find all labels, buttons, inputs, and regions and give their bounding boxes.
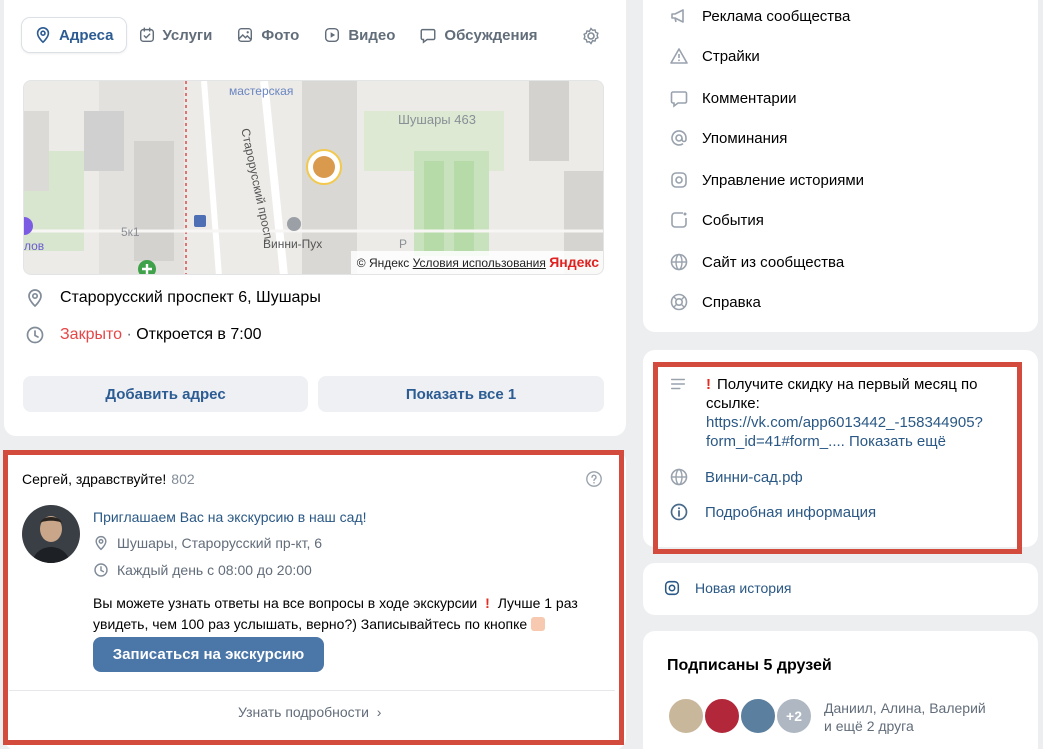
friends-avatars[interactable]: +2 [667, 697, 817, 735]
menu-item-stories[interactable]: Управление историями [669, 170, 864, 190]
friends-names-line2: и ещё 2 друга [824, 718, 914, 734]
tab-label: Адреса [59, 26, 114, 44]
menu-label: Страйки [702, 47, 760, 65]
tab-label: Обсуждения [444, 26, 538, 44]
tabs-bar: Адреса Услуги Фото Видео Обсуждения [22, 18, 541, 52]
show-all-button[interactable]: Показать все 1 [318, 376, 604, 412]
map-terms-link[interactable]: Условия использования [413, 256, 546, 270]
friend-avatar-1 [667, 697, 705, 735]
map-label-workshop: мастерская [229, 84, 294, 98]
hours-row: Закрыто · Откроется в 7:00 [25, 325, 262, 345]
photo-icon [238, 27, 253, 43]
new-story-button[interactable]: Новая история [663, 579, 791, 597]
menu-label: События [702, 211, 764, 229]
clock-icon [26, 326, 44, 344]
map[interactable]: мастерская Старорусский просп. Шушары 46… [23, 80, 604, 275]
map-label-parking: P [399, 237, 408, 251]
menu-label: Управление историями [702, 171, 865, 189]
menu-item-strikes[interactable]: Страйки [669, 46, 760, 66]
menu-item-comments[interactable]: Комментарии [669, 88, 796, 108]
menu-label: Комментарии [702, 89, 797, 107]
menu-label: Упоминания [702, 129, 788, 147]
lifebuoy-icon [670, 293, 688, 311]
address-text: Старорусский проспект 6, Шушары [60, 289, 321, 306]
gear-icon[interactable] [581, 26, 601, 46]
menu-item-site[interactable]: Сайт из сообщества [669, 252, 844, 272]
tab-video[interactable]: Видео [311, 18, 407, 52]
globe-icon [670, 253, 688, 271]
highlight-frame-widget [3, 450, 624, 745]
friend-more-count: +2 [786, 708, 802, 724]
stories-icon [664, 580, 680, 596]
address-row: Старорусский проспект 6, Шушары [25, 288, 321, 308]
tab-label: Видео [348, 26, 396, 44]
tab-services[interactable]: Услуги [126, 18, 225, 52]
friend-more-badge: +2 [775, 697, 813, 735]
tab-discussions[interactable]: Обсуждения [407, 18, 541, 52]
status-open-time: Откроется в 7:00 [136, 326, 262, 343]
hours-text: Закрыто · Откроется в 7:00 [60, 326, 262, 344]
comment-icon [670, 91, 688, 108]
tab-addresses[interactable]: Адреса [22, 18, 126, 52]
map-label-place: Винни-Пух [263, 237, 323, 251]
warning-triangle-icon [670, 48, 688, 64]
friends-title: Подписаны 5 друзей [667, 657, 832, 674]
yandex-logo: Яндекс [549, 254, 599, 270]
video-play-icon [325, 27, 340, 43]
map-label-left-fragment: лов [24, 239, 45, 253]
map-label-district: Шушары 463 [398, 112, 476, 127]
megaphone-icon [671, 9, 684, 23]
menu-label: Сайт из сообщества [702, 253, 845, 271]
menu-item-help[interactable]: Справка [669, 292, 761, 312]
calendar-check-icon [139, 27, 154, 43]
map-copyright: © Яндекс [356, 256, 410, 270]
menu-label: Справка [702, 293, 761, 311]
at-sign-icon [671, 130, 687, 146]
map-attribution: © Яндекс Условия использования Яндекс [350, 251, 603, 274]
menu-label: Реклама сообщества [702, 7, 851, 25]
add-address-button[interactable]: Добавить адрес [23, 376, 308, 412]
highlight-frame-info [653, 362, 1022, 554]
chat-bubble-icon [420, 28, 436, 44]
tab-label: Фото [261, 26, 300, 44]
stories-icon [671, 172, 687, 188]
location-pin-icon [28, 289, 42, 308]
menu-item-events[interactable]: События [669, 210, 764, 230]
tab-photos[interactable]: Фото [224, 18, 311, 52]
tab-label: Услуги [162, 26, 213, 44]
friends-names-line1: Даниил, Алина, Валерий [824, 700, 986, 716]
friend-avatar-3 [739, 697, 777, 735]
friends-names[interactable]: Даниил, Алина, Валерий и ещё 2 друга [824, 699, 986, 735]
menu-item-mentions[interactable]: Упоминания [669, 128, 787, 148]
friend-avatar-2 [703, 697, 741, 735]
menu-item-ads[interactable]: Реклама сообщества [669, 6, 850, 26]
map-label-building: 5к1 [121, 225, 140, 239]
status-separator: · [122, 326, 137, 343]
events-icon [671, 212, 687, 228]
status-closed: Закрыто [60, 326, 123, 343]
location-pin-icon [36, 26, 50, 44]
new-story-label: Новая история [695, 580, 792, 596]
